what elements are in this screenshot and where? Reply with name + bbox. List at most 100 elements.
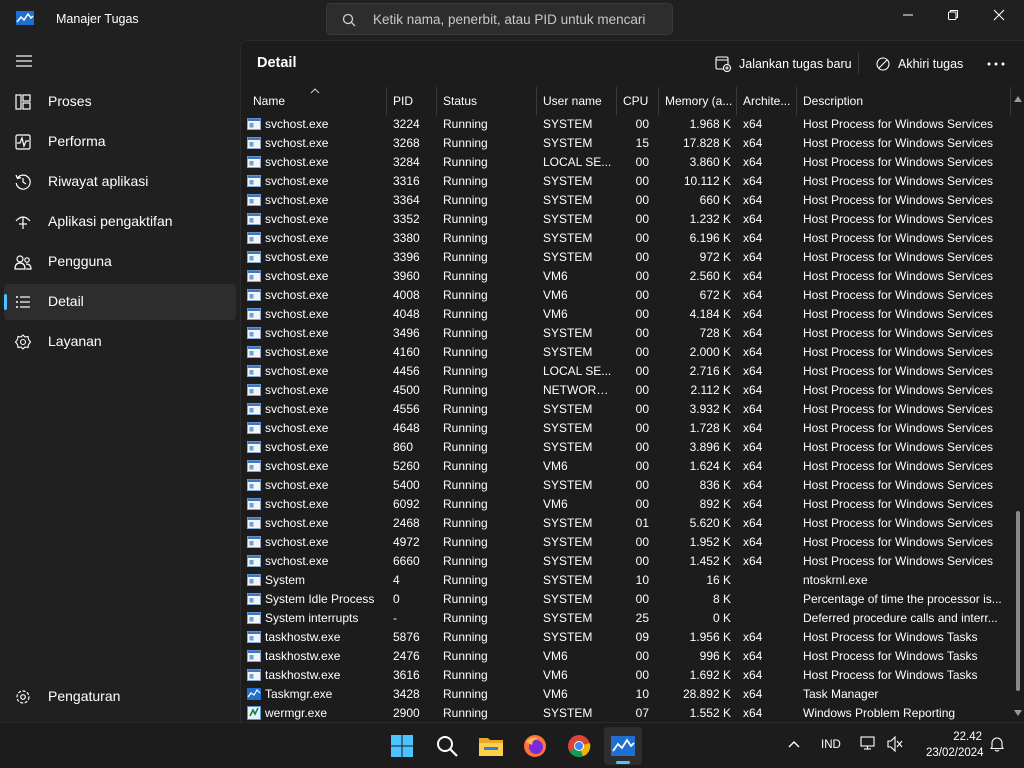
table-cell: 660 K (699, 193, 731, 207)
table-row[interactable]: svchost.exe 3380 Running SYSTEM 00 6.196 K x64… (241, 229, 1011, 248)
sidebar-item-detail[interactable]: Detail (4, 284, 236, 320)
more-options-button[interactable] (987, 51, 1005, 77)
table-row[interactable]: svchost.exe 5260 Running VM6 00 1.624 K x64 Hos… (241, 457, 1011, 476)
table-cell: x64 (743, 554, 763, 568)
table-row[interactable]: svchost.exe 860 Running SYSTEM 00 3.896 K x64 H… (241, 438, 1011, 457)
table-cell: 1.452 K (689, 554, 731, 568)
scroll-up-icon[interactable] (1014, 95, 1022, 103)
column-header[interactable]: Archite... (737, 87, 797, 115)
taskbar-search-button[interactable] (428, 727, 466, 765)
table-cell: SYSTEM (543, 611, 593, 625)
search-box[interactable] (326, 3, 673, 35)
table-row[interactable]: svchost.exe 4160 Running SYSTEM 00 2.000 K x64… (241, 343, 1011, 362)
table-cell: 2.112 K (690, 383, 731, 397)
table-row[interactable]: svchost.exe 3496 Running SYSTEM 00 728 K x64 Ho… (241, 324, 1011, 343)
table-row[interactable]: svchost.exe 3352 Running SYSTEM 00 1.232 K x64… (241, 210, 1011, 229)
sidebar-item-performa[interactable]: Performa (4, 124, 236, 160)
table-cell: 4008 (393, 288, 420, 302)
sidebar-item-pengaturan[interactable]: Pengaturan (4, 679, 236, 715)
scroll-down-icon[interactable] (1014, 709, 1022, 717)
table-row[interactable]: svchost.exe 6092 Running VM6 00 892 K x64 Host … (241, 495, 1011, 514)
sidebar-item-pengguna[interactable]: Pengguna (4, 244, 236, 280)
table-cell: Running (443, 459, 488, 473)
table-cell: VM6 (543, 307, 568, 321)
table-row[interactable]: svchost.exe 3396 Running SYSTEM 00 972 K x64 Ho… (241, 248, 1011, 267)
file-explorer-button[interactable] (472, 727, 510, 765)
svchost-icon (247, 156, 261, 168)
sidebar-item-proses[interactable]: Proses (4, 84, 236, 120)
table-row[interactable]: svchost.exe 3284 Running LOCAL SE... 00 3.860… (241, 153, 1011, 172)
table-cell: svchost.exe (265, 231, 329, 245)
table-row[interactable]: System 4 Running SYSTEM 10 16 K ntoskrnl.exe (241, 571, 1011, 590)
table-row[interactable]: svchost.exe 3364 Running SYSTEM 00 660 K x64 Ho… (241, 191, 1011, 210)
table-row[interactable]: wermgr.exe 2900 Running SYSTEM 07 1.552 K x64 W… (241, 704, 1011, 722)
start-button[interactable] (383, 727, 421, 765)
chrome-button[interactable] (560, 727, 598, 765)
table-cell: 00 (635, 250, 649, 264)
table-cell: Host Process for Windows Services (803, 402, 994, 416)
sidebar-item-aplikasi-pengaktifan[interactable]: Aplikasi pengaktifan (4, 204, 236, 240)
table-row[interactable]: svchost.exe 2468 Running SYSTEM 01 5.620 K x64… (241, 514, 1011, 533)
firefox-button[interactable] (516, 727, 554, 765)
table-row[interactable]: svchost.exe 4456 Running LOCAL SE... 00 2.716… (241, 362, 1011, 381)
search-input[interactable] (373, 8, 663, 30)
table-row[interactable]: svchost.exe 3316 Running SYSTEM 00 10.112 K x6… (241, 172, 1011, 191)
input-language[interactable]: IND (821, 739, 841, 751)
chevron-up-icon[interactable] (788, 740, 800, 748)
table-cell: Host Process for Windows Services (803, 269, 994, 283)
close-button[interactable] (976, 0, 1022, 30)
table-row[interactable]: taskhostw.exe 3616 Running VM6 00 1.692 K x64 H… (241, 666, 1011, 685)
end-task-button[interactable]: Akhiri tugas (876, 51, 963, 77)
table-row[interactable]: svchost.exe 4972 Running SYSTEM 00 1.952 K x64… (241, 533, 1011, 552)
clock[interactable]: 22.42 23/02/2024 (926, 729, 984, 761)
table-cell: Running (443, 573, 488, 587)
table-row[interactable]: svchost.exe 3960 Running VM6 00 2.560 K x64 Hos… (241, 267, 1011, 286)
column-header[interactable]: Status (437, 87, 537, 115)
clock-time: 22.42 (953, 731, 982, 743)
table-row[interactable]: svchost.exe 4556 Running SYSTEM 00 3.932 K x64… (241, 400, 1011, 419)
table-cell: taskhostw.exe (265, 668, 341, 682)
table-row[interactable]: svchost.exe 3268 Running SYSTEM 15 17.828 K x6… (241, 134, 1011, 153)
table-cell: Host Process for Windows Services (803, 459, 994, 473)
table-row[interactable]: System interrupts - Running SYSTEM 25 0 K Defe… (241, 609, 1011, 628)
svchost-icon (247, 498, 261, 510)
table-cell: SYSTEM (543, 212, 593, 226)
table-row[interactable]: svchost.exe 4008 Running VM6 00 672 K x64 Host … (241, 286, 1011, 305)
table-row[interactable]: svchost.exe 6660 Running SYSTEM 00 1.452 K x64… (241, 552, 1011, 571)
table-cell: Host Process for Windows Services (803, 364, 994, 378)
table-row[interactable]: System Idle Process 0 Running SYSTEM 00 8 K Pe… (241, 590, 1011, 609)
table-cell: 00 (635, 440, 649, 454)
column-header[interactable]: CPU (617, 87, 659, 115)
column-header[interactable]: PID (387, 87, 437, 115)
table-row[interactable]: svchost.exe 4500 Running NETWORK... 00 2.112 … (241, 381, 1011, 400)
table-row[interactable]: taskhostw.exe 5876 Running SYSTEM 09 1.956 K x… (241, 628, 1011, 647)
close-icon (993, 9, 1005, 21)
minimize-button[interactable] (885, 0, 931, 30)
task-manager-taskbar-button[interactable] (604, 727, 642, 765)
table-cell: 00 (635, 326, 649, 340)
table-cell: Running (443, 649, 488, 663)
table-row[interactable]: svchost.exe 4648 Running SYSTEM 00 1.728 K x64… (241, 419, 1011, 438)
maximize-button[interactable] (930, 0, 976, 30)
scrollbar-thumb[interactable] (1016, 511, 1020, 691)
column-header[interactable]: Description (797, 87, 1011, 115)
table-row[interactable]: svchost.exe 5400 Running SYSTEM 00 836 K x64 Ho… (241, 476, 1011, 495)
sidebar-item-riwayat-aplikasi[interactable]: Riwayat aplikasi (4, 164, 236, 200)
table-row[interactable]: svchost.exe 3224 Running SYSTEM 00 1.968 K x64… (241, 115, 1011, 134)
table-cell: 860 (393, 440, 414, 454)
table-row[interactable]: taskhostw.exe 2476 Running VM6 00 996 K x64 Hos… (241, 647, 1011, 666)
column-header[interactable]: User name (537, 87, 617, 115)
notification-bell-icon[interactable] (990, 736, 1004, 752)
table-row[interactable]: Taskmgr.exe 3428 Running VM6 10 28.892 K x64 Ta… (241, 685, 1011, 704)
table-cell: x64 (743, 212, 763, 226)
table-row[interactable]: svchost.exe 4048 Running VM6 00 4.184 K x64 Hos… (241, 305, 1011, 324)
run-new-task-button[interactable]: Jalankan tugas baru (715, 51, 852, 77)
network-icon[interactable] (860, 736, 878, 752)
sidebar-item-layanan[interactable]: Layanan (4, 324, 236, 360)
menu-button[interactable] (12, 50, 36, 72)
table-cell: SYSTEM (543, 136, 593, 150)
volume-muted-icon[interactable] (887, 736, 903, 752)
column-header[interactable]: Memory (a... (659, 87, 737, 115)
vertical-scrollbar[interactable] (1012, 87, 1024, 722)
chrome-icon (568, 735, 591, 758)
